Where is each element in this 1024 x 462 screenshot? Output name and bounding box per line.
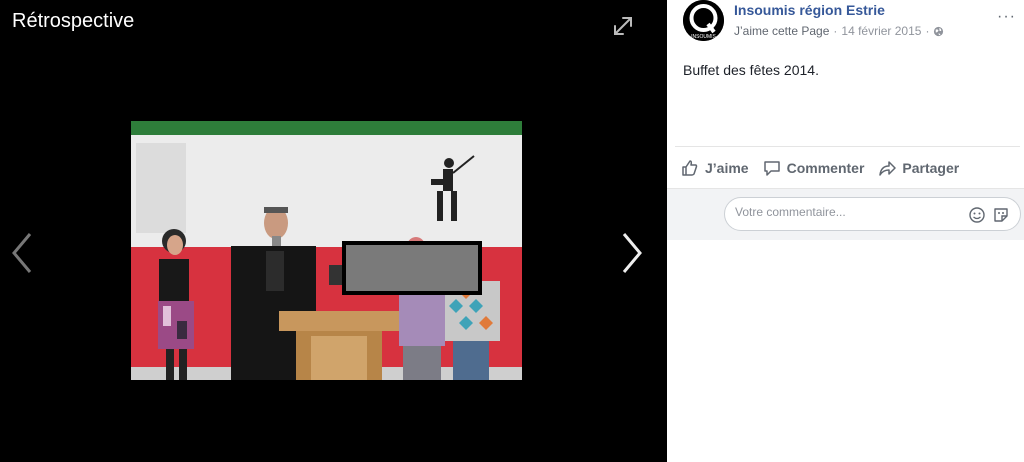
share-button[interactable]: Partager: [878, 159, 959, 177]
post-actions: J’aime Commenter Partager: [675, 146, 1020, 188]
more-options-button[interactable]: ···: [997, 9, 1016, 25]
chevron-right-icon: [622, 233, 642, 273]
globe-icon: [934, 26, 944, 36]
album-title: Rétrospective: [12, 10, 135, 32]
post-photo[interactable]: [131, 121, 522, 380]
comment-icon: [763, 160, 780, 176]
page-name-link[interactable]: Insoumis région Estrie: [734, 2, 885, 18]
post-panel: INSOUMIS Insoumis région Estrie J’aime c…: [667, 0, 1024, 462]
photo-viewer: Rétrospective: [0, 0, 667, 462]
avatar-logo-text: INSOUMIS: [691, 34, 716, 40]
previous-photo-button[interactable]: [8, 230, 36, 276]
next-photo-button[interactable]: [618, 230, 646, 276]
comment-label: Commenter: [786, 159, 865, 176]
post-text: Buffet des fêtes 2014.: [683, 62, 819, 78]
post-meta: J’aime cette Page · 14 février 2015 ·: [734, 24, 944, 38]
share-label: Partager: [902, 159, 960, 176]
post-date[interactable]: 14 février 2015: [841, 24, 921, 38]
comment-box: [724, 197, 1021, 231]
like-label: J’aime: [705, 159, 749, 176]
share-icon: [879, 160, 897, 176]
thumbs-up-icon: [682, 159, 698, 176]
comment-input[interactable]: [735, 205, 955, 219]
comment-area: [667, 188, 1024, 240]
meta-separator: ·: [833, 24, 838, 38]
comment-button[interactable]: Commenter: [763, 159, 865, 177]
like-button[interactable]: J’aime: [681, 159, 749, 177]
page-avatar[interactable]: INSOUMIS: [683, 0, 724, 41]
sticker-icon[interactable]: [992, 206, 1010, 224]
meta-separator-2: ·: [925, 24, 930, 38]
chevron-left-icon: [12, 233, 32, 273]
like-page-link[interactable]: J’aime cette Page: [734, 24, 829, 38]
emoji-icon[interactable]: [968, 206, 986, 224]
expand-icon[interactable]: [612, 15, 634, 37]
